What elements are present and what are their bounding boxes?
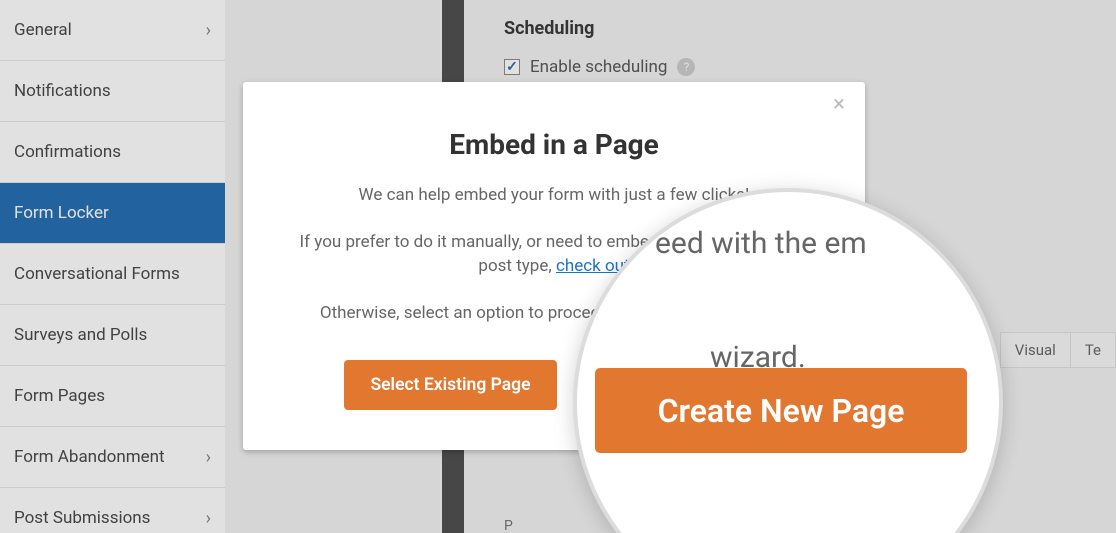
zoom-text-fragment: eed with the em <box>655 226 867 261</box>
select-existing-page-button[interactable]: Select Existing Page <box>344 360 556 410</box>
create-new-page-button[interactable]: Create New Page <box>595 368 967 453</box>
modal-title: Embed in a Page <box>287 128 821 161</box>
magnifier-callout: eed with the em wizard. Create New Page <box>573 188 1003 533</box>
close-icon[interactable]: × <box>827 92 851 116</box>
